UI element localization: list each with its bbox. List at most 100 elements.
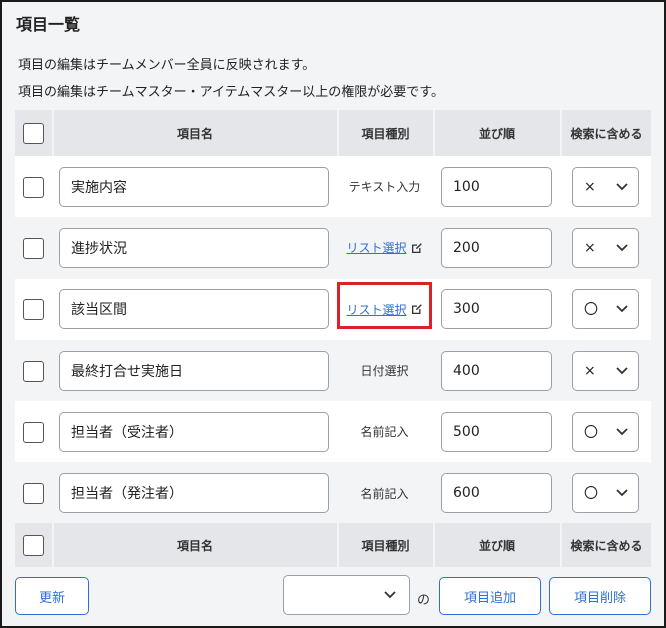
update-button[interactable]: 更新	[15, 577, 89, 615]
delete-item-button[interactable]: 項目削除	[549, 577, 651, 615]
column-footer-search: 検索に含める	[570, 538, 643, 553]
search-select-value: ×	[584, 178, 596, 195]
order-cell: 200	[433, 217, 559, 278]
table-header: 項目名 項目種別 並び順 検索に含める	[15, 110, 651, 156]
name-input[interactable]: 担当者（受注者）	[59, 411, 329, 452]
chevron-down-icon	[616, 183, 628, 190]
type-cell: 日付選択	[337, 340, 432, 401]
search-select[interactable]: ×	[572, 227, 639, 268]
column-header-order: 並び順	[478, 126, 515, 141]
search-cell: ×	[560, 340, 651, 401]
row-checkbox-cell	[15, 462, 51, 523]
row-checkbox[interactable]	[23, 237, 44, 259]
type-link[interactable]: リスト選択	[337, 279, 432, 340]
search-cell: ×	[560, 156, 651, 217]
column-header-type: 項目種別	[361, 126, 410, 141]
select-all-checkbox[interactable]	[23, 123, 44, 144]
table-row: 進捗状況 リスト選択 200 ×	[15, 217, 651, 279]
edit-icon[interactable]	[411, 242, 423, 254]
row-checkbox-cell	[15, 401, 51, 462]
type-cell: テキスト入力	[337, 156, 432, 217]
edit-icon[interactable]	[411, 303, 423, 315]
name-cell: 最終打合せ実施日	[52, 340, 336, 401]
order-input[interactable]: 500	[441, 411, 552, 452]
search-select-value: 〇	[584, 486, 598, 503]
search-select[interactable]: ×	[572, 166, 639, 207]
note-permission: 項目の編集はチームマスター・アイテムマスター以上の権限が必要です。	[18, 85, 445, 100]
footer-checkbox-cell	[15, 523, 51, 567]
column-footer-order: 並び順	[478, 538, 515, 553]
name-cell: 該当区間	[52, 279, 336, 340]
row-checkbox-cell	[15, 217, 51, 278]
type-text: 日付選択	[360, 364, 409, 379]
type-cell: 名前記入	[337, 462, 432, 523]
search-select-value: ×	[584, 239, 596, 256]
search-cell: 〇	[560, 401, 651, 462]
position-select[interactable]	[283, 575, 410, 615]
row-checkbox[interactable]	[23, 421, 44, 443]
row-checkbox-cell	[15, 156, 51, 217]
order-cell: 300	[433, 279, 559, 340]
items-table: 項目名 項目種別 並び順 検索に含める 実施内容 テキスト入力 100 × 進捗…	[15, 110, 651, 524]
note-reflect: 項目の編集はチームメンバー全員に反映されます。	[18, 58, 316, 73]
page-title: 項目一覧	[16, 15, 81, 34]
order-input[interactable]: 100	[441, 166, 552, 207]
type-cell: リスト選択	[337, 279, 432, 340]
search-cell: ×	[560, 217, 651, 278]
row-checkbox-cell	[15, 340, 51, 401]
search-select-value: 〇	[584, 302, 598, 319]
add-item-button[interactable]: 項目追加	[439, 577, 541, 615]
column-footer-type: 項目種別	[361, 538, 410, 553]
type-link-text[interactable]: リスト選択	[346, 239, 406, 256]
row-checkbox[interactable]	[23, 176, 44, 198]
table-body: 実施内容 テキスト入力 100 × 進捗状況 リスト選択 200 × 該当区間 …	[15, 156, 651, 524]
table-row: 該当区間 リスト選択 300 〇	[15, 278, 651, 340]
type-text: 名前記入	[360, 425, 409, 440]
name-cell: 実施内容	[52, 156, 336, 217]
chevron-down-icon	[616, 305, 628, 313]
search-select[interactable]: 〇	[572, 411, 639, 452]
order-cell: 400	[433, 340, 559, 401]
name-input[interactable]: 最終打合せ実施日	[59, 350, 329, 391]
search-select[interactable]: 〇	[572, 473, 639, 514]
column-footer-name: 項目名	[176, 538, 213, 553]
search-select[interactable]: ×	[572, 350, 639, 391]
order-input[interactable]: 200	[441, 227, 552, 268]
order-input[interactable]: 600	[441, 473, 552, 514]
chevron-down-icon	[616, 244, 628, 252]
name-input[interactable]: 該当区間	[59, 289, 329, 330]
table-row: 担当者（受注者） 名前記入 500 〇	[15, 401, 651, 463]
column-header-name: 項目名	[176, 126, 213, 141]
row-checkbox[interactable]	[23, 483, 44, 505]
type-text: 名前記入	[360, 486, 409, 501]
row-checkbox[interactable]	[23, 360, 44, 382]
chevron-down-icon	[384, 591, 396, 599]
type-link[interactable]: リスト選択	[337, 217, 432, 278]
search-cell: 〇	[560, 279, 651, 340]
table-row: 担当者（発注者） 名前記入 600 〇	[15, 462, 651, 524]
type-cell: リスト選択	[337, 217, 432, 278]
name-input[interactable]: 進捗状況	[59, 227, 329, 268]
column-header-search: 検索に含める	[570, 126, 643, 141]
table-footer: 項目名 項目種別 並び順 検索に含める	[15, 523, 651, 567]
row-checkbox[interactable]	[23, 299, 44, 321]
order-cell: 600	[433, 462, 559, 523]
order-input[interactable]: 400	[441, 350, 552, 391]
type-link-text[interactable]: リスト選択	[346, 301, 406, 318]
search-cell: 〇	[560, 462, 651, 523]
table-row: 実施内容 テキスト入力 100 ×	[15, 156, 651, 218]
table-row: 最終打合せ実施日 日付選択 400 ×	[15, 339, 651, 402]
search-select[interactable]: 〇	[572, 289, 639, 330]
order-cell: 100	[433, 156, 559, 217]
chevron-down-icon	[616, 366, 628, 374]
select-all-checkbox-bottom[interactable]	[23, 535, 44, 556]
position-suffix: の	[417, 593, 431, 608]
name-cell: 担当者（受注者）	[52, 401, 336, 462]
name-cell: 担当者（発注者）	[52, 462, 336, 523]
type-text: テキスト入力	[348, 180, 421, 195]
chevron-down-icon	[616, 428, 628, 436]
name-input[interactable]: 担当者（発注者）	[59, 473, 329, 514]
name-input[interactable]: 実施内容	[59, 166, 329, 207]
order-input[interactable]: 300	[441, 289, 552, 330]
search-select-value: ×	[584, 362, 596, 379]
